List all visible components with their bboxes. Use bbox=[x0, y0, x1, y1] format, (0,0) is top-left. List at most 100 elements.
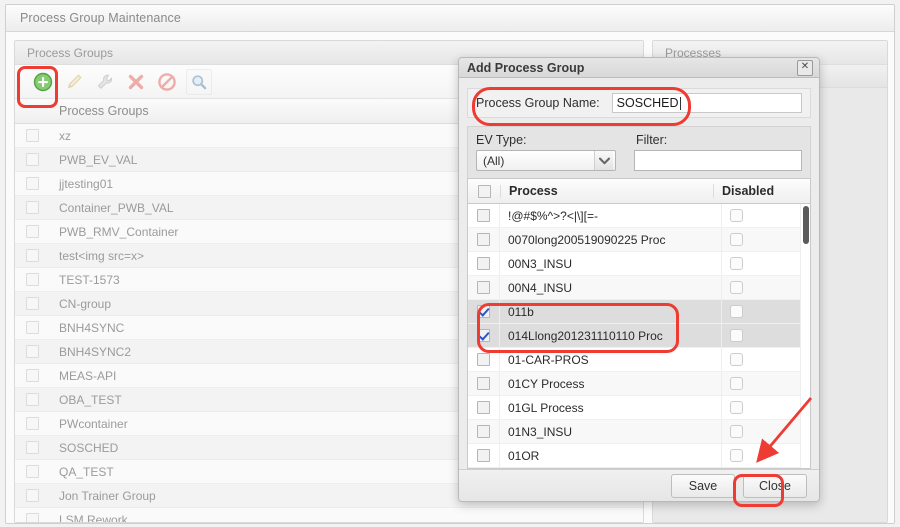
row-disabled-checkbox-cell[interactable] bbox=[722, 444, 810, 467]
row-select-checkbox-cell[interactable] bbox=[468, 252, 500, 276]
select-all-checkbox-cell[interactable] bbox=[468, 184, 501, 198]
table-row[interactable]: 00N4_INSU bbox=[468, 276, 810, 301]
disable-circle-icon[interactable] bbox=[155, 70, 179, 94]
row-disabled-checkbox[interactable] bbox=[730, 449, 743, 463]
row-checkbox[interactable] bbox=[25, 465, 39, 478]
process-grid-scrollbar[interactable] bbox=[800, 204, 810, 469]
table-row[interactable]: 01-CAR-PROS bbox=[468, 348, 810, 373]
row-checkbox-cell[interactable] bbox=[15, 129, 49, 142]
table-row[interactable]: 011b bbox=[468, 300, 810, 325]
row-checkbox-cell[interactable] bbox=[15, 489, 49, 502]
row-select-checkbox-cell[interactable] bbox=[468, 396, 500, 420]
row-select-checkbox-cell[interactable] bbox=[468, 204, 500, 228]
row-checkbox-cell[interactable] bbox=[15, 321, 49, 334]
row-checkbox[interactable] bbox=[25, 393, 39, 406]
row-select-checkbox[interactable] bbox=[477, 281, 490, 295]
row-disabled-checkbox[interactable] bbox=[730, 233, 743, 247]
row-checkbox-cell[interactable] bbox=[15, 345, 49, 358]
process-grid-rows[interactable]: !@#$%^>?<|\][=- 0070long200519090225 Proc… bbox=[468, 204, 810, 469]
row-checkbox[interactable] bbox=[25, 345, 39, 358]
table-row[interactable]: 0070long200519090225 Proc bbox=[468, 228, 810, 253]
close-icon[interactable]: ✕ bbox=[797, 59, 813, 76]
row-disabled-checkbox-cell[interactable] bbox=[722, 252, 810, 275]
process-group-name-input[interactable]: SOSCHED bbox=[611, 93, 802, 114]
row-checkbox[interactable] bbox=[25, 297, 39, 310]
row-disabled-checkbox-cell[interactable] bbox=[722, 396, 810, 419]
row-select-checkbox[interactable] bbox=[477, 305, 490, 319]
table-row[interactable]: 01N3_INSU bbox=[468, 420, 810, 445]
row-checkbox-cell[interactable] bbox=[15, 393, 49, 406]
row-checkbox[interactable] bbox=[25, 249, 39, 262]
row-disabled-checkbox-cell[interactable] bbox=[722, 324, 810, 347]
row-select-checkbox[interactable] bbox=[477, 329, 490, 343]
table-row[interactable]: 01CY Process bbox=[468, 372, 810, 397]
row-select-checkbox[interactable] bbox=[477, 425, 490, 439]
row-disabled-checkbox[interactable] bbox=[730, 329, 743, 343]
row-disabled-checkbox[interactable] bbox=[730, 353, 743, 367]
table-row[interactable]: LSM Rework bbox=[15, 508, 643, 522]
row-disabled-checkbox[interactable] bbox=[730, 401, 743, 415]
row-checkbox-cell[interactable] bbox=[15, 297, 49, 310]
row-checkbox[interactable] bbox=[25, 417, 39, 430]
row-select-checkbox[interactable] bbox=[477, 401, 490, 415]
row-checkbox-cell[interactable] bbox=[15, 201, 49, 214]
row-checkbox[interactable] bbox=[25, 489, 39, 502]
add-icon[interactable] bbox=[31, 70, 55, 94]
row-select-checkbox[interactable] bbox=[477, 353, 490, 367]
row-disabled-checkbox[interactable] bbox=[730, 377, 743, 391]
row-disabled-checkbox[interactable] bbox=[730, 305, 743, 319]
row-checkbox[interactable] bbox=[25, 201, 39, 214]
row-select-checkbox-cell[interactable] bbox=[468, 300, 500, 324]
row-disabled-checkbox[interactable] bbox=[730, 209, 743, 223]
row-checkbox-cell[interactable] bbox=[15, 225, 49, 238]
row-select-checkbox-cell[interactable] bbox=[468, 444, 500, 468]
row-checkbox[interactable] bbox=[25, 177, 39, 190]
row-select-checkbox-cell[interactable] bbox=[468, 324, 500, 348]
select-all-checkbox[interactable] bbox=[477, 184, 491, 198]
row-select-checkbox[interactable] bbox=[477, 449, 490, 463]
row-checkbox[interactable] bbox=[25, 153, 39, 166]
edit-pencil-icon[interactable] bbox=[62, 70, 86, 94]
row-disabled-checkbox[interactable] bbox=[730, 257, 743, 271]
row-disabled-checkbox[interactable] bbox=[730, 281, 743, 295]
table-row[interactable]: !@#$%^>?<|\][=- bbox=[468, 204, 810, 229]
row-disabled-checkbox-cell[interactable] bbox=[722, 228, 810, 251]
row-checkbox[interactable] bbox=[25, 513, 39, 522]
row-checkbox-cell[interactable] bbox=[15, 441, 49, 454]
row-select-checkbox-cell[interactable] bbox=[468, 348, 500, 372]
row-disabled-checkbox-cell[interactable] bbox=[722, 276, 810, 299]
dialog-titlebar[interactable]: Add Process Group ✕ bbox=[459, 58, 819, 79]
row-checkbox-cell[interactable] bbox=[15, 417, 49, 430]
row-checkbox-cell[interactable] bbox=[15, 513, 49, 522]
row-checkbox[interactable] bbox=[25, 369, 39, 382]
row-select-checkbox-cell[interactable] bbox=[468, 420, 500, 444]
row-disabled-checkbox-cell[interactable] bbox=[722, 372, 810, 395]
ev-type-select[interactable]: (All) bbox=[476, 150, 616, 172]
row-checkbox-cell[interactable] bbox=[15, 177, 49, 190]
row-checkbox-cell[interactable] bbox=[15, 465, 49, 478]
row-select-checkbox[interactable] bbox=[477, 257, 490, 271]
row-disabled-checkbox-cell[interactable] bbox=[722, 300, 810, 323]
row-select-checkbox-cell[interactable] bbox=[468, 228, 500, 252]
table-row[interactable]: 01GL Process bbox=[468, 396, 810, 421]
save-button[interactable]: Save bbox=[671, 473, 735, 498]
row-select-checkbox[interactable] bbox=[477, 233, 490, 247]
row-select-checkbox[interactable] bbox=[477, 209, 490, 223]
row-select-checkbox-cell[interactable] bbox=[468, 276, 500, 300]
row-checkbox[interactable] bbox=[25, 129, 39, 142]
row-disabled-checkbox-cell[interactable] bbox=[722, 348, 810, 371]
row-select-checkbox-cell[interactable] bbox=[468, 372, 500, 396]
row-checkbox-cell[interactable] bbox=[15, 273, 49, 286]
row-disabled-checkbox-cell[interactable] bbox=[722, 420, 810, 443]
table-row[interactable]: 01OR bbox=[468, 444, 810, 469]
row-select-checkbox[interactable] bbox=[477, 377, 490, 391]
row-checkbox[interactable] bbox=[25, 441, 39, 454]
table-row[interactable]: 014Llong201231110110 Proc bbox=[468, 324, 810, 349]
filter-input[interactable] bbox=[634, 150, 802, 172]
delete-x-icon[interactable] bbox=[124, 70, 148, 94]
search-magnifier-icon[interactable] bbox=[186, 68, 212, 95]
row-checkbox-cell[interactable] bbox=[15, 153, 49, 166]
close-button[interactable]: Close bbox=[743, 473, 807, 498]
table-row[interactable]: 00N3_INSU bbox=[468, 252, 810, 277]
row-disabled-checkbox-cell[interactable] bbox=[722, 204, 810, 227]
